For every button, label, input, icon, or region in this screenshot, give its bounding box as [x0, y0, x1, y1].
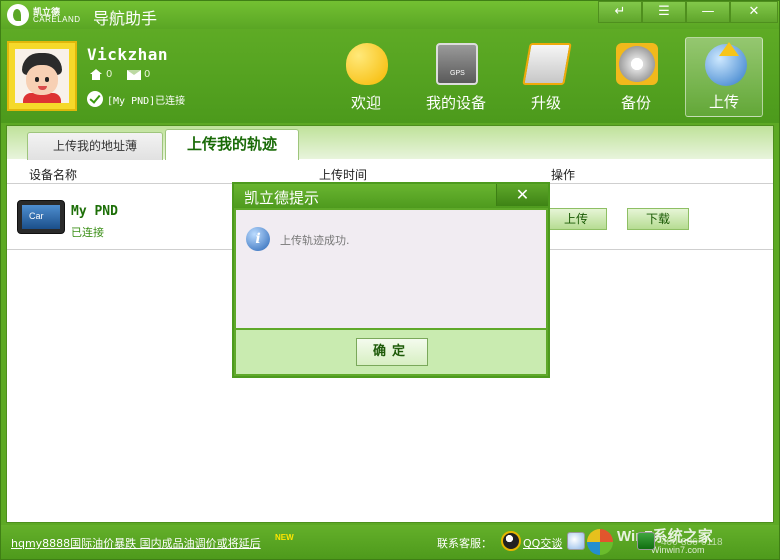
status-bar: hqmy8888国际油价暴跌 国内成品油调价或将延后 NEW 联系客服： QQ交…: [1, 525, 779, 559]
home-stat[interactable]: 0: [89, 69, 112, 83]
close-window-button[interactable]: ✕: [730, 1, 778, 23]
nav-welcome[interactable]: 欢迎: [327, 37, 405, 117]
table-header: 设备名称 上传时间 操作: [7, 160, 773, 184]
nav-my-device[interactable]: 我的设备: [417, 37, 495, 117]
device-name: My PND: [71, 204, 118, 219]
switch-mode-button[interactable]: ↵: [598, 1, 642, 23]
nav-label: 备份: [620, 94, 651, 112]
tab-bar: 上传我的地址薄 上传我的轨迹: [7, 126, 773, 160]
upload-button[interactable]: 上传: [545, 208, 607, 230]
avatar-picture: [15, 49, 69, 103]
notice-dialog: 凯立德提示 ✕ i 上传轨迹成功. 确定: [232, 182, 550, 378]
nav-label: 我的设备: [425, 94, 486, 112]
home-icon: [89, 69, 103, 80]
dialog-title-bar[interactable]: 凯立德提示 ✕: [234, 184, 548, 208]
column-actions: 操作: [551, 168, 576, 182]
tab-upload-tracks[interactable]: 上传我的轨迹: [165, 129, 299, 160]
device-status: 已连接: [71, 226, 104, 239]
connection-text: [My PND]已连接: [107, 95, 186, 107]
logo-en-text: CARELAND: [33, 15, 81, 24]
dialog-body: i 上传轨迹成功.: [236, 210, 546, 328]
column-device-name: 设备名称: [29, 168, 78, 182]
menu-button[interactable]: ☰: [642, 1, 686, 23]
green-app-icon[interactable]: [637, 532, 655, 550]
avatar[interactable]: [7, 41, 77, 111]
nav-upgrade[interactable]: 升级: [507, 37, 585, 117]
device-connection-status: [My PND]已连接: [87, 91, 185, 107]
app-title: 导航助手: [93, 9, 158, 28]
heart-icon: [346, 43, 388, 85]
careland-logo-icon: [7, 4, 29, 26]
upload-globe-icon: [705, 42, 747, 86]
column-upload-time: 上传时间: [319, 168, 368, 182]
qq-icon[interactable]: [501, 531, 521, 551]
info-icon: i: [246, 227, 270, 251]
device-icon-text: Car: [29, 211, 44, 221]
new-badge: NEW: [275, 533, 294, 542]
windows-logo-icon: [587, 529, 613, 555]
mail-stat[interactable]: 0: [127, 69, 150, 83]
watermark-text: Win7系统之家: [617, 528, 713, 545]
nav-label: 欢迎: [350, 94, 381, 112]
gps-device-icon: [436, 43, 478, 85]
dialog-close-button[interactable]: ✕: [496, 184, 548, 206]
ok-button[interactable]: 确定: [356, 338, 428, 366]
dialog-footer: 确定: [236, 330, 546, 374]
nav-label: 升级: [530, 94, 561, 112]
backup-disc-icon: [616, 43, 658, 85]
watermark-url: Winwin7.com: [651, 545, 705, 555]
mail-icon: [127, 69, 141, 80]
nav-label: 上传: [708, 93, 739, 111]
car-device-icon: Car: [17, 200, 65, 234]
download-button[interactable]: 下载: [627, 208, 689, 230]
careland-logo: 凯立德 CARELAND: [7, 4, 89, 26]
check-icon: [87, 91, 103, 107]
dialog-message: 上传轨迹成功.: [280, 234, 350, 247]
nav-backup[interactable]: 备份: [597, 37, 675, 117]
upgrade-icon: [522, 43, 572, 85]
contact-label: 联系客服：: [437, 537, 492, 550]
tab-upload-address-book[interactable]: 上传我的地址薄: [27, 132, 163, 160]
username: Vickzhan: [87, 45, 169, 64]
qq-chat-link[interactable]: QQ交谈: [523, 535, 562, 551]
mail-count: 0: [144, 69, 151, 80]
home-count: 0: [106, 69, 113, 80]
nav-upload[interactable]: 上传: [685, 37, 763, 117]
help-icon[interactable]: [567, 532, 585, 550]
minimize-button[interactable]: —: [686, 1, 730, 23]
title-bar[interactable]: 凯立德 CARELAND 导航助手 ↵ ☰ — ✕: [1, 1, 779, 29]
watermark: Win7系统之家 Winwin7.com: [587, 525, 779, 559]
news-link[interactable]: hqmy8888国际油价暴跌 国内成品油调价或将延后: [11, 535, 261, 551]
app-window: 凯立德 CARELAND 导航助手 ↵ ☰ — ✕ Vickzhan 0 0 […: [0, 0, 780, 560]
header: Vickzhan 0 0 [My PND]已连接 欢迎 我的设备 升级 备份 上…: [1, 29, 779, 123]
dialog-title: 凯立德提示: [244, 189, 320, 207]
